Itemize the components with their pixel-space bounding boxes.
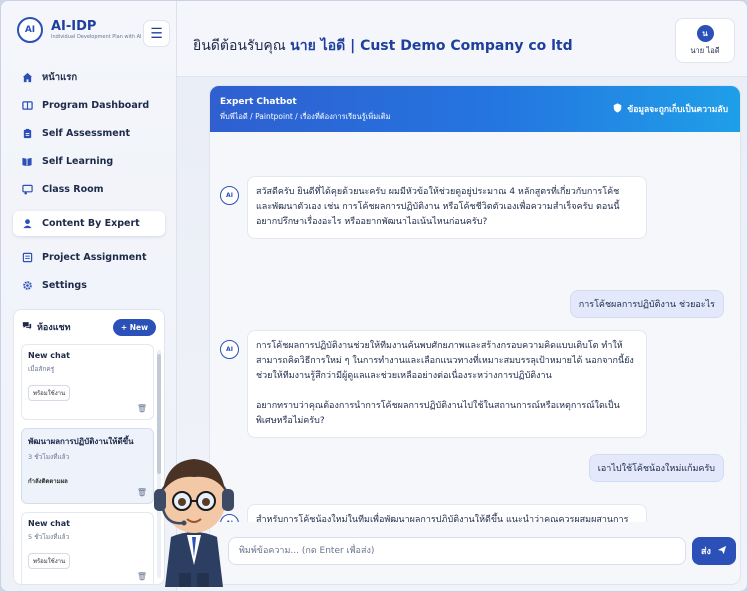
brand-subtitle: Individual Development Plan with AI	[51, 33, 142, 40]
trash-icon[interactable]: 🗑	[137, 572, 147, 581]
trash-icon[interactable]: 🗑	[137, 488, 147, 497]
assistant-mascot-image	[149, 445, 239, 590]
sidebar-item-label: Self Assessment	[42, 128, 131, 139]
app-window: AI AI-IDP Individual Development Plan wi…	[0, 0, 748, 592]
menu-toggle-button[interactable]: ☰	[143, 20, 170, 47]
chat-title: Expert Chatbot	[220, 97, 297, 107]
sidebar-item-label: Class Room	[42, 184, 104, 195]
user-message: เอาไปใช้โค้ชน้องใหม่แก้มครับ	[588, 454, 724, 482]
chat-list: New chat เมื่อสักครู่ พร้อมใช้งาน 🗑 พัฒน…	[14, 344, 164, 584]
chat-rooms-panel: ห้องแชท + New New chat เมื่อสักครู่ พร้อ…	[13, 309, 165, 585]
book-icon	[21, 156, 33, 168]
brand-title: AI-IDP	[51, 18, 97, 34]
chat-rooms-title: ห้องแชท	[37, 323, 71, 333]
sidebar-item-program-dashboard[interactable]: Program Dashboard	[13, 93, 165, 118]
brand[interactable]: AI AI-IDP Individual Development Plan wi…	[17, 17, 142, 43]
expert-icon	[21, 218, 33, 230]
sidebar-item-project-assignment[interactable]: Project Assignment	[13, 245, 165, 270]
page-title: ยินดีต้อนรับคุณ นาย ไอดี | Cust Demo Com…	[193, 38, 573, 54]
sidebar-item-label: Settings	[42, 280, 87, 291]
welcome-user-name: นาย ไอดี | Cust Demo Company co ltd	[290, 38, 573, 54]
sidebar-item-label: Program Dashboard	[42, 100, 150, 111]
home-icon	[21, 72, 33, 84]
classroom-icon	[21, 184, 33, 196]
privacy-notice: ข้อมูลจะถูกเก็บเป็นความลับ	[613, 102, 728, 116]
chat-bubble-icon	[22, 321, 32, 333]
trash-icon[interactable]: 🗑	[137, 404, 147, 413]
dashboard-icon	[21, 100, 33, 112]
clipboard-icon	[21, 128, 33, 140]
composer: ส่ง	[210, 522, 740, 584]
sidebar-item-self-assessment[interactable]: Self Assessment	[13, 121, 165, 146]
sidebar-item-label: หน้าแรก	[42, 72, 78, 83]
avatar: น	[696, 24, 714, 42]
bot-avatar: AI	[220, 186, 239, 205]
new-chat-button[interactable]: + New	[112, 318, 156, 336]
status-badge: พร้อมใช้งาน	[28, 385, 71, 401]
gear-icon	[21, 280, 33, 292]
sidebar-item-self-learning[interactable]: Self Learning	[13, 149, 165, 174]
message-bubble: การโค้ชผลการปฏิบัติงานช่วยให้ทีมงานค้นพบ…	[247, 330, 647, 438]
message-bubble: สวัสดีครับ ยินดีที่ได้คุยด้วยนะครับ ผมมี…	[247, 176, 647, 239]
status-badge: กำลังติดตามผล	[28, 478, 68, 485]
sidebar-item-settings[interactable]: Settings	[13, 273, 165, 298]
bot-message: AI สวัสดีครับ ยินดีที่ได้คุยด้วยนะครับ ผ…	[220, 176, 647, 239]
sidebar-item-content-by-expert[interactable]: Content By Expert	[13, 211, 165, 236]
breadcrumb: พี่บพีไอดี / Paintpoint / เรื่องที่ต้องก…	[220, 112, 391, 121]
sidebar-item-label: Project Assignment	[42, 252, 147, 263]
message-bubble: สำหรับการโค้ชน้องใหม่ในทีมเพื่อพัฒนาผลกา…	[247, 504, 647, 522]
bot-avatar: AI	[220, 340, 239, 359]
bot-message: AI การโค้ชผลการปฏิบัติงานช่วยให้ทีมงานค้…	[220, 330, 647, 438]
send-icon	[717, 545, 727, 558]
sidebar-item-label: Self Learning	[42, 156, 114, 167]
top-header: ยินดีต้อนรับคุณ นาย ไอดี | Cust Demo Com…	[177, 1, 747, 77]
sidebar-nav: หน้าแรก Program Dashboard Self Assessmen…	[13, 65, 165, 301]
chat-list-item[interactable]: พัฒนาผลการปฏิบัติงานให้ดีขึ้น 3 ชั่วโมงท…	[21, 428, 154, 504]
sidebar-item-class-room[interactable]: Class Room	[13, 177, 165, 202]
sidebar-item-home[interactable]: หน้าแรก	[13, 65, 165, 90]
status-badge: พร้อมใช้งาน	[28, 553, 71, 569]
bot-message: AI สำหรับการโค้ชน้องใหม่ในทีมเพื่อพัฒนาผ…	[220, 504, 647, 522]
user-message: การโค้ชผลการปฏิบัติงาน ช่วยอะไร	[569, 290, 724, 318]
chat-header: Expert Chatbot พี่บพีไอดี / Paintpoint /…	[210, 86, 740, 132]
brand-logo: AI	[17, 17, 43, 43]
sidebar-item-label: Content By Expert	[42, 218, 140, 229]
project-icon	[21, 252, 33, 264]
message-list: AI สวัสดีครับ ยินดีที่ได้คุยด้วยนะครับ ผ…	[210, 132, 740, 522]
hamburger-icon: ☰	[150, 25, 163, 42]
message-input[interactable]	[228, 537, 686, 565]
user-profile-button[interactable]: น นาย ไอดี	[675, 18, 735, 63]
chat-list-item[interactable]: New chat 5 ชั่วโมงที่แล้ว พร้อมใช้งาน 🗑	[21, 512, 154, 584]
send-button[interactable]: ส่ง	[692, 537, 736, 565]
chat-list-item[interactable]: New chat เมื่อสักครู่ พร้อมใช้งาน 🗑	[21, 344, 154, 420]
user-name: นาย ไอดี	[690, 45, 720, 55]
shield-icon	[613, 102, 622, 116]
chat-window: Expert Chatbot พี่บพีไอดี / Paintpoint /…	[209, 85, 741, 585]
